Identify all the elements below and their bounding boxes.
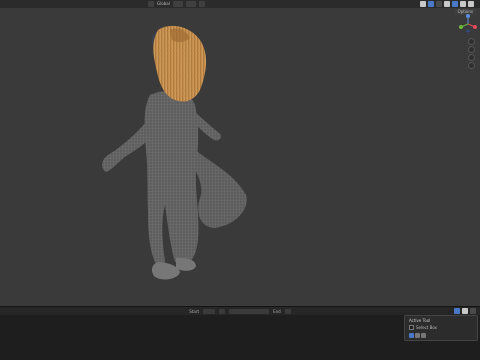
timeline-view-controls — [454, 308, 476, 314]
current-frame-field[interactable] — [229, 308, 270, 314]
play-icon — [409, 325, 414, 330]
start-frame-field[interactable] — [203, 308, 216, 314]
mode-subtract-icon[interactable] — [421, 333, 426, 338]
end-frame-label: End — [273, 308, 281, 314]
keying-icon[interactable] — [470, 308, 476, 314]
filter-icon[interactable] — [454, 308, 460, 314]
timeline-header: Start End — [0, 307, 480, 315]
operator-panel-item[interactable]: Select Box — [409, 325, 437, 330]
operator-panel[interactable]: Active Tool Select Box — [404, 315, 478, 341]
view-options-icon[interactable] — [462, 308, 468, 314]
character-model[interactable] — [0, 0, 480, 306]
mode-new-icon[interactable] — [409, 333, 414, 338]
end-frame-field[interactable] — [284, 308, 291, 314]
keyframe-icon[interactable] — [219, 308, 226, 314]
operator-icon-row — [409, 333, 426, 338]
mode-extend-icon[interactable] — [415, 333, 420, 338]
3d-viewport[interactable]: Global Options — [0, 0, 480, 306]
operator-panel-title[interactable]: Active Tool — [409, 318, 430, 323]
operator-item-label: Select Box — [416, 325, 438, 330]
start-frame-label: Start — [189, 308, 200, 314]
